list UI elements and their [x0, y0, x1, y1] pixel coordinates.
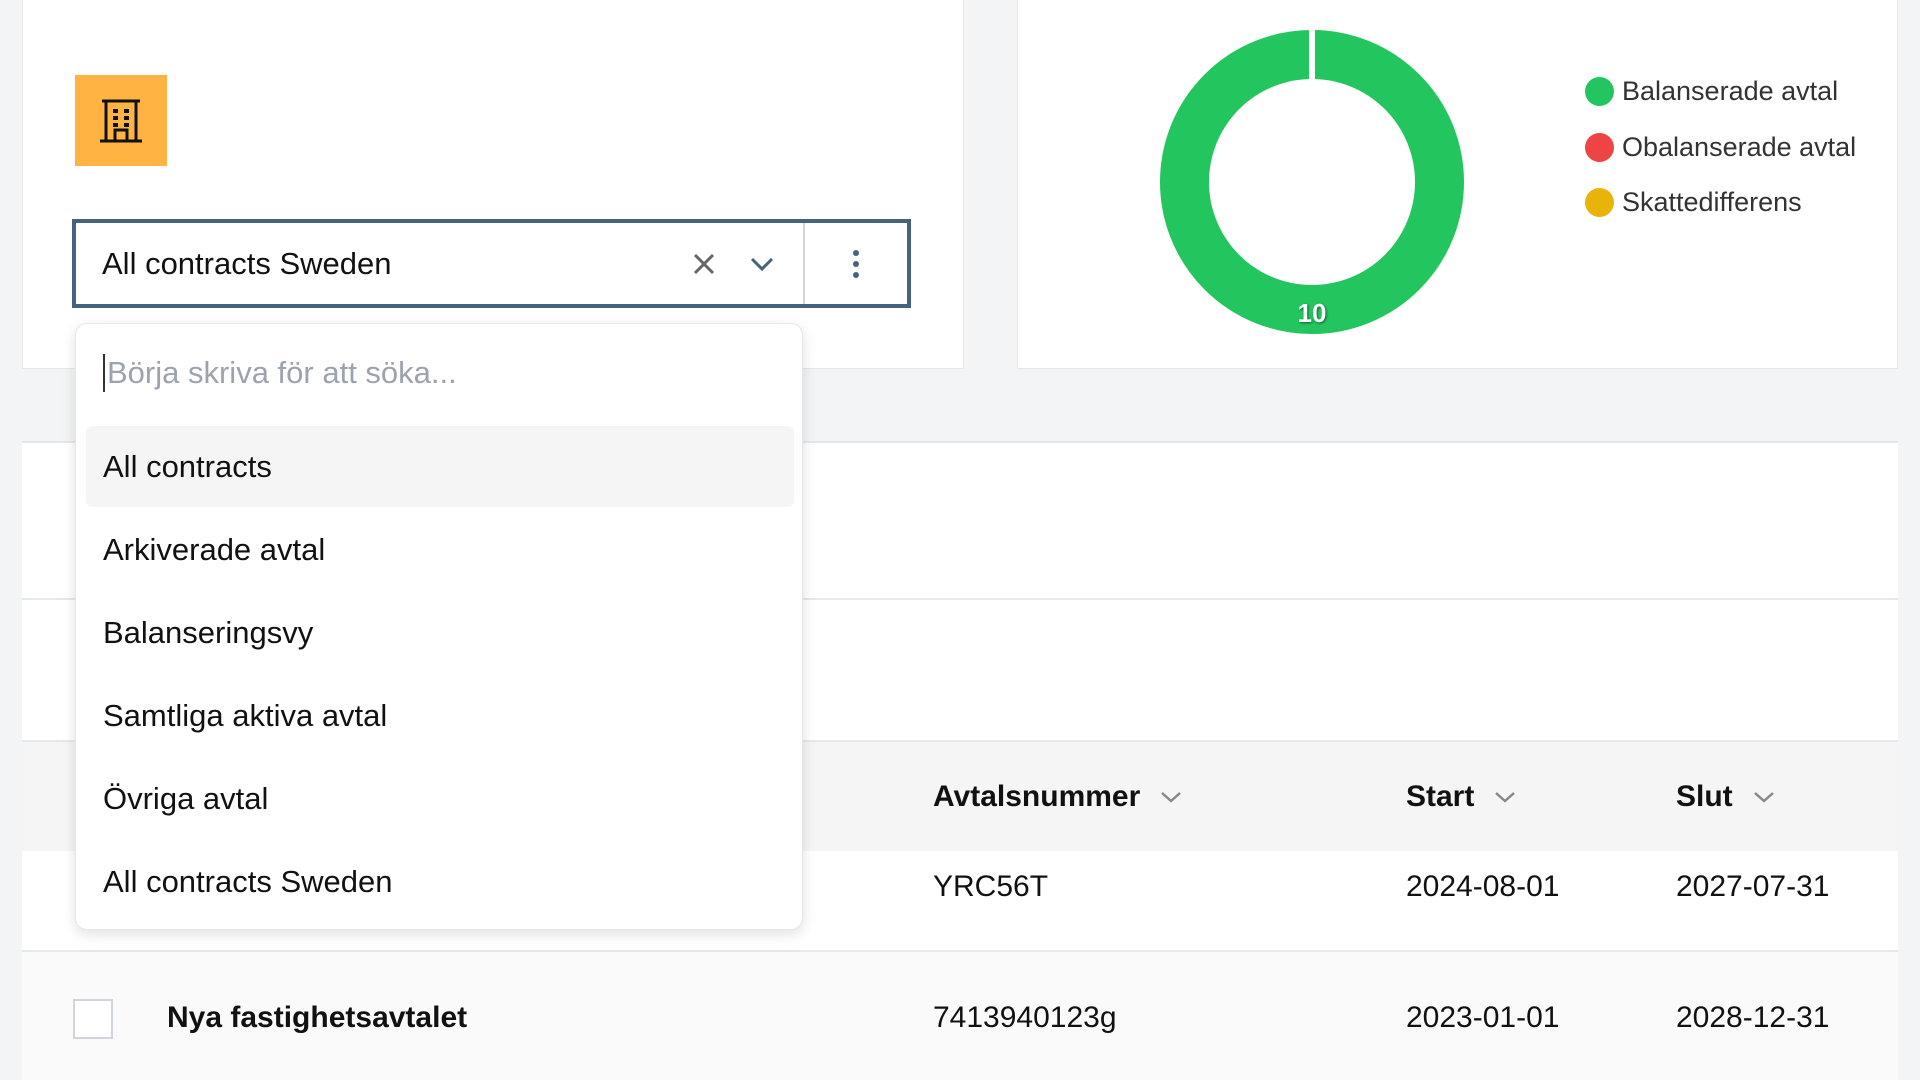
building-icon: [75, 75, 167, 166]
more-options-icon[interactable]: [803, 223, 907, 304]
legend-item-tax-difference[interactable]: Skattedifferens: [1585, 187, 1802, 218]
data-label: 10: [1298, 298, 1327, 328]
option-all-contracts[interactable]: All contracts: [86, 426, 794, 507]
option-ovriga-avtal[interactable]: Övriga avtal: [86, 758, 794, 839]
legend-item-balanced[interactable]: Balanserade avtal: [1585, 76, 1838, 107]
column-header-slut[interactable]: Slut: [1676, 780, 1775, 814]
column-header-start[interactable]: Start: [1406, 780, 1516, 814]
contract-view-dropdown: Börja skriva för att söka... All contrac…: [75, 323, 803, 930]
option-arkiverade-avtal[interactable]: Arkiverade avtal: [86, 509, 794, 590]
sort-chevron-icon: [1495, 792, 1516, 803]
slice-separator: [1309, 28, 1315, 81]
legend-item-unbalanced[interactable]: Obalanserade avtal: [1585, 132, 1856, 163]
cell-name[interactable]: Nya fastighetsavtalet: [167, 1001, 467, 1035]
chevron-down-icon[interactable]: [733, 223, 791, 304]
option-balanseringsvy[interactable]: Balanseringsvy: [86, 592, 794, 673]
contract-view-panel: [22, 0, 964, 369]
row-checkbox[interactable]: [73, 999, 113, 1039]
cell-start: 2023-01-01: [1406, 1001, 1560, 1034]
legend-dot: [1585, 133, 1614, 162]
legend-dot: [1585, 188, 1614, 217]
legend-dot: [1585, 77, 1614, 106]
option-all-contracts-sweden[interactable]: All contracts Sweden: [86, 841, 794, 922]
cell-start: 2024-08-01: [1406, 870, 1560, 903]
option-samtliga-aktiva-avtal[interactable]: Samtliga aktiva avtal: [86, 675, 794, 756]
clear-icon[interactable]: [675, 223, 733, 304]
sort-chevron-icon: [1161, 792, 1182, 803]
donut-slice-0[interactable]: [1160, 30, 1464, 334]
cell-end: 2027-07-31: [1676, 870, 1830, 903]
column-header-avtalsnummer[interactable]: Avtalsnummer: [933, 780, 1182, 814]
donut-chart: 10: [1160, 28, 1464, 334]
dropdown-search-input[interactable]: Börja skriva för att söka...: [103, 354, 457, 392]
cell-number: 7413940123g: [933, 1001, 1117, 1034]
selected-value: All contracts Sweden: [102, 245, 392, 281]
cell-end: 2028-12-31: [1676, 1001, 1830, 1034]
contract-view-select[interactable]: All contracts Sweden: [72, 219, 911, 308]
sort-chevron-icon: [1753, 792, 1774, 803]
cell-number: YRC56T: [933, 870, 1049, 903]
